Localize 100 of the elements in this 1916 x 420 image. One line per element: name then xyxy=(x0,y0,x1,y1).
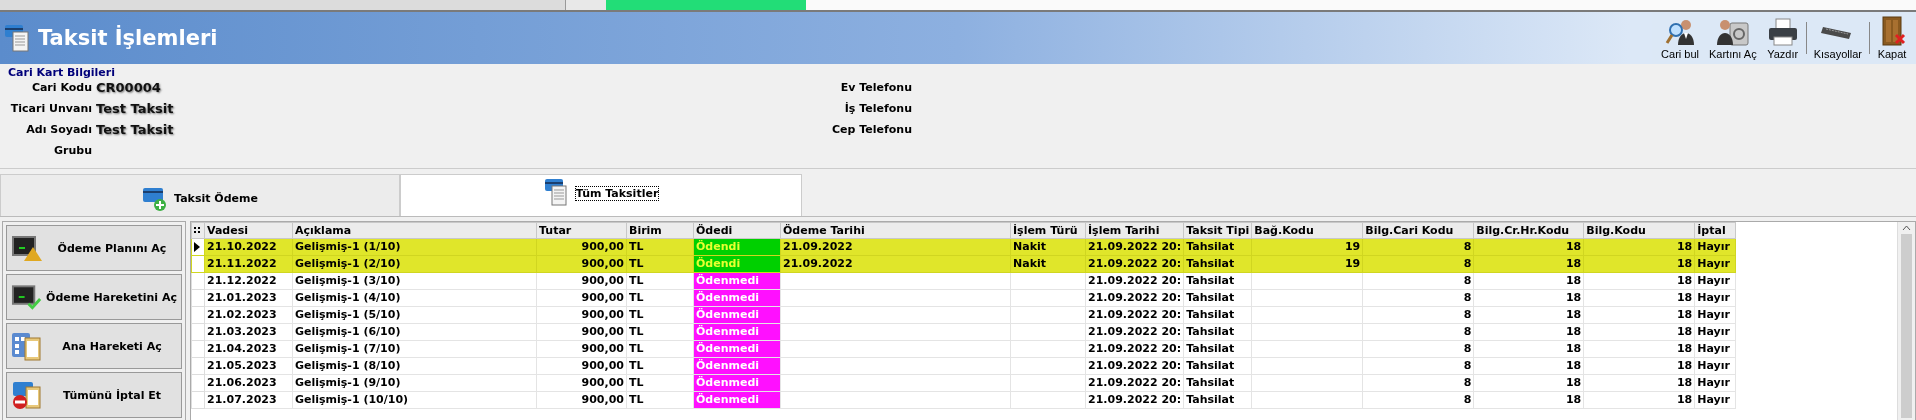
table-cell: Gelişmiş-1 (8/10) xyxy=(292,357,537,375)
table-cell: Tahsilat xyxy=(1183,374,1252,392)
table-cell: Tahsilat xyxy=(1183,340,1252,358)
tab[interactable]: Taksit Ödeme xyxy=(0,174,400,216)
table-row[interactable]: 21.01.2023 Gelişmiş-1 (4/10) 900,00 TL Ödenmedi 21.09.2022 20: Tahsilat 8 18 18 Hayır xyxy=(191,289,1736,307)
table-cell: 8 xyxy=(1362,374,1474,392)
table-cell: Hayır xyxy=(1694,374,1736,392)
grip-icon xyxy=(191,222,205,239)
table-cell: 21.09.2022 20: xyxy=(1085,357,1184,375)
column-header[interactable]: Birim xyxy=(626,222,694,239)
table-row[interactable]: 21.07.2023 Gelişmiş-1 (10/10) 900,00 TL Ödenmedi 21.09.2022 20: Tahsilat 8 18 18 Hayır xyxy=(191,391,1736,409)
table-cell: Tahsilat xyxy=(1183,323,1252,341)
action-button[interactable]: Tümünü İptal Et xyxy=(6,372,182,418)
table-cell: Hayır xyxy=(1694,272,1736,290)
column-header[interactable]: İptal xyxy=(1694,222,1736,239)
field-label: Cep Telefonu xyxy=(831,122,912,138)
toolbar-button[interactable]: Kapat xyxy=(1872,12,1912,64)
column-header[interactable]: Bağ.Kodu xyxy=(1251,222,1363,239)
action-button[interactable]: Ana Hareketi Aç xyxy=(6,323,182,369)
card-document-icon xyxy=(4,23,32,53)
field-value: Test Taksit xyxy=(96,100,175,118)
table-cell: 8 xyxy=(1362,289,1474,307)
scroll-up-icon[interactable] xyxy=(1902,225,1911,231)
table-row[interactable]: 21.06.2023 Gelişmiş-1 (9/10) 900,00 TL Ödenmedi 21.09.2022 20: Tahsilat 8 18 18 Hayır xyxy=(191,374,1736,392)
table-cell: TL xyxy=(626,323,694,341)
column-header[interactable]: Tutar xyxy=(536,222,627,239)
field-label: Ticari Unvanı xyxy=(9,101,92,117)
column-header[interactable]: Açıklama xyxy=(292,222,537,239)
table-row[interactable]: 21.02.2023 Gelişmiş-1 (5/10) 900,00 TL Ödenmedi 21.09.2022 20: Tahsilat 8 18 18 Hayır xyxy=(191,306,1736,324)
window-tab[interactable] xyxy=(566,0,606,10)
table-row[interactable]: 21.03.2023 Gelişmiş-1 (6/10) 900,00 TL Ödenmedi 21.09.2022 20: Tahsilat 8 18 18 Hayır xyxy=(191,323,1736,341)
status-badge: Ödenmedi xyxy=(694,358,780,374)
table-cell: 21.09.2022 20: xyxy=(1085,272,1184,290)
table-cell: 21.05.2023 xyxy=(204,357,293,375)
scrollbar[interactable] xyxy=(1897,222,1915,420)
table-cell: Hayır xyxy=(1694,306,1736,324)
column-header[interactable]: Ödedi xyxy=(693,222,781,239)
table-cell: Hayır xyxy=(1694,340,1736,358)
window-title: Taksit İşlemleri xyxy=(38,26,218,50)
table-cell: Tahsilat xyxy=(1183,306,1252,324)
table-cell: 18 xyxy=(1473,323,1584,341)
table-cell: Gelişmiş-1 (3/10) xyxy=(292,272,537,290)
status-badge: Ödenmedi xyxy=(694,324,780,340)
table-cell: 21.09.2022 20: xyxy=(1085,391,1184,409)
toolbar-button[interactable]: Cari bul xyxy=(1656,12,1704,64)
card-document-icon xyxy=(543,177,570,207)
table-cell: 8 xyxy=(1362,391,1474,409)
table-cell: TL xyxy=(626,374,694,392)
field-label: İş Telefonu xyxy=(843,101,912,117)
column-header[interactable]: Ödeme Tarihi xyxy=(780,222,1011,239)
window-tab[interactable] xyxy=(0,0,566,10)
table-cell: 18 xyxy=(1473,306,1584,324)
field-value: CR00004 xyxy=(96,79,162,97)
table-cell: 18 xyxy=(1583,357,1695,375)
table-cell: 18 xyxy=(1583,323,1695,341)
table-row[interactable]: 21.04.2023 Gelişmiş-1 (7/10) 900,00 TL Ödenmedi 21.09.2022 20: Tahsilat 8 18 18 Hayır xyxy=(191,340,1736,358)
toolbar-button[interactable]: Kartını Aç xyxy=(1704,12,1762,64)
table-cell: Hayır xyxy=(1694,289,1736,307)
table-cell: 21.09.2022 20: xyxy=(1085,340,1184,358)
table-cell: 21.12.2022 xyxy=(204,272,293,290)
printer-icon xyxy=(1766,17,1799,47)
action-button[interactable]: Ödeme Planını Aç xyxy=(6,225,182,271)
table-cell: Tahsilat xyxy=(1183,391,1252,409)
column-header[interactable]: Vadesi xyxy=(204,222,293,239)
column-header[interactable]: Bilg.Kodu xyxy=(1583,222,1695,239)
table-row[interactable]: 21.11.2022 Gelişmiş-1 (2/10) 900,00 TL Ödendi 21.09.2022 Nakit 21.09.2022 20: Tahsilat 19 8 18 18 Hayır xyxy=(191,255,1736,273)
status-badge: Ödenmedi xyxy=(694,273,780,289)
window-tab[interactable] xyxy=(806,0,1916,10)
table-cell: Gelişmiş-1 (10/10) xyxy=(292,391,537,409)
table-cell: Hayır xyxy=(1694,323,1736,341)
table-cell: 18 xyxy=(1473,357,1584,375)
table-cell: 21.04.2023 xyxy=(204,340,293,358)
table-cell: 21.09.2022 20: xyxy=(1085,289,1184,307)
table-cell: 900,00 xyxy=(536,391,627,409)
window-tab[interactable] xyxy=(606,0,806,10)
table-cell: 8 xyxy=(1362,357,1474,375)
toolbar-button[interactable]: Kısayollar xyxy=(1808,12,1867,64)
toolbar-button[interactable]: Yazdır xyxy=(1761,12,1804,64)
table-cell: 900,00 xyxy=(536,272,627,290)
table-cell: 8 xyxy=(1362,340,1474,358)
field-label: Cari Kodu xyxy=(30,80,92,96)
status-badge: Ödenmedi xyxy=(694,375,780,391)
column-header[interactable]: İşlem Tarihi xyxy=(1085,222,1184,239)
table-cell: Tahsilat xyxy=(1183,357,1252,375)
tab[interactable]: Tüm Taksitler xyxy=(400,174,802,216)
table-row[interactable]: 21.05.2023 Gelişmiş-1 (8/10) 900,00 TL Ödenmedi 21.09.2022 20: Tahsilat 8 18 18 Hayır xyxy=(191,357,1736,375)
column-header[interactable]: Taksit Tipi xyxy=(1183,222,1252,239)
table-cell: TL xyxy=(626,272,694,290)
table-cell: 900,00 xyxy=(536,374,627,392)
table-cell: 18 xyxy=(1583,272,1695,290)
table-cell: Gelişmiş-1 (6/10) xyxy=(292,323,537,341)
table-cell: 21.07.2023 xyxy=(204,391,293,409)
column-header[interactable]: İşlem Türü xyxy=(1010,222,1086,239)
table-row[interactable]: 21.12.2022 Gelişmiş-1 (3/10) 900,00 TL Ödenmedi 21.09.2022 20: Tahsilat 8 18 18 Hayır xyxy=(191,272,1736,290)
table-cell: 900,00 xyxy=(536,289,627,307)
table-cell: 18 xyxy=(1473,374,1584,392)
column-header[interactable]: Bilg.Cr.Hr.Kodu xyxy=(1473,222,1584,239)
column-header[interactable]: Bilg.Cari Kodu xyxy=(1362,222,1474,239)
search-icon xyxy=(1665,17,1696,47)
action-button[interactable]: Ödeme Hareketini Aç xyxy=(6,274,182,320)
